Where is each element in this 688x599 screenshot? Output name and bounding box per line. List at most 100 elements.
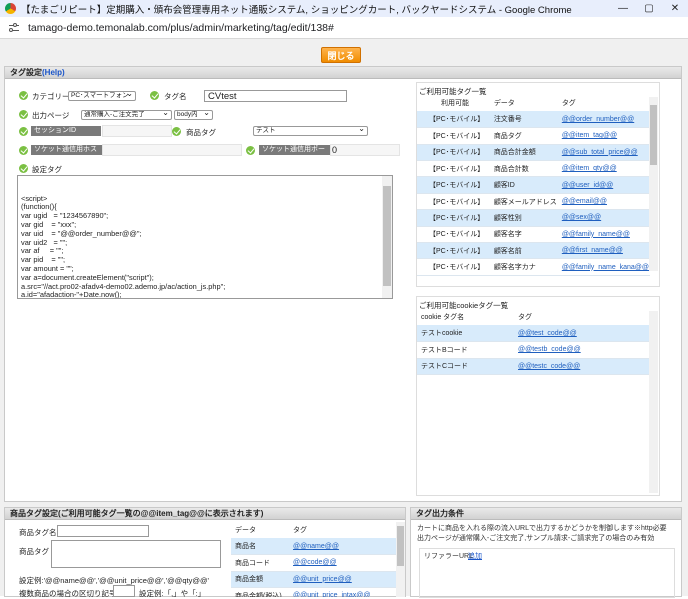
row-env: 【PC･モバイル】 (417, 176, 490, 194)
session-id-input[interactable] (102, 125, 172, 137)
cookie-tag-link[interactable]: @@testc_code@@ (518, 363, 580, 370)
table-row: テストcookie @@test_code@@ (417, 325, 650, 343)
setting-tag-label: 設定タグ (32, 165, 62, 174)
product-tags-table: データ タグ 商品名 @@name@@ 商品コード @@code@@ 商品金額 @@uni… (231, 522, 396, 597)
product-tags-scroll-thumb[interactable] (397, 526, 404, 566)
url-text[interactable]: tamago-demo.temonalab.com/plus/admin/mar… (28, 22, 334, 34)
textarea-scrollbar[interactable] (382, 176, 392, 298)
row-env: 【PC･モバイル】 (417, 111, 490, 129)
product-tag-link[interactable]: @@name@@ (293, 543, 339, 550)
tag-settings-title: タグ設定 (10, 68, 42, 77)
title-bar: 【たまごリピート】定期購入・頒布会管理専用ネット通販システム, ショッピングカー… (0, 0, 688, 17)
textarea-scroll-thumb[interactable] (383, 186, 391, 286)
setting-tag-textarea[interactable]: <script> (function(){var ugid = "12345678… (17, 175, 393, 299)
table-row: 【PC･モバイル】 商品合計数 @@item_qty@@ (417, 160, 650, 178)
cookie-name: テストcookie (417, 325, 514, 343)
product-tags-scrollbar[interactable] (396, 522, 405, 597)
available-tags-scroll-thumb[interactable] (650, 105, 657, 165)
product-tag-select[interactable]: テスト (253, 126, 368, 136)
socket-host-input[interactable] (102, 144, 242, 156)
available-tags-panel: ご利用可能タグ一覧 利用可能 データ タグ 【PC･モバイル】 注文番号 @@ord… (416, 82, 660, 287)
tag-link[interactable]: @@family_name_kana@@ (562, 264, 649, 271)
row-env: 【PC･モバイル】 (417, 242, 490, 260)
product-tag: @@name@@ (289, 538, 396, 556)
condition-line-2: 出力ページが通常購入-ご注文完了,サンプル請求-ご請求完了の場合のみ有効 (417, 535, 655, 542)
available-tags-scrollbar[interactable] (649, 97, 658, 271)
separator-input[interactable] (113, 585, 135, 597)
row-data: 商品合計数 (489, 160, 558, 178)
row-tag: @@first_name@@ (557, 242, 650, 260)
product-tag-link[interactable]: @@unit_price_intax@@ (293, 592, 370, 597)
col-cookie-tag: タグ (518, 314, 532, 322)
row-env: 【PC･モバイル】 (417, 226, 490, 244)
referrer-box: リファラーURL 追加 (419, 548, 675, 598)
row-env: 【PC･モバイル】 (417, 160, 490, 178)
category-select[interactable]: PC･スマートフォン (68, 91, 136, 101)
session-id-label: セッションID (31, 126, 101, 136)
close-button[interactable]: 閉じる (321, 47, 361, 63)
tag-link[interactable]: @@item_qty@@ (562, 165, 617, 172)
check-icon (172, 127, 181, 136)
cookie-tag-link[interactable]: @@test_code@@ (518, 330, 577, 337)
code-line: var pid = ""; (21, 255, 66, 265)
cookie-tag: @@testb_code@@ (514, 341, 650, 359)
separator-label: 複数商品の場合の区切り記号 (19, 589, 117, 598)
help-link[interactable]: (Help) (42, 68, 65, 77)
cookie-tags-scrollbar[interactable] (649, 311, 658, 493)
socket-port-input[interactable]: 0 (330, 144, 400, 156)
cookie-tag: @@test_code@@ (514, 325, 650, 343)
product-tag-link[interactable]: @@code@@ (293, 559, 337, 566)
output-page-label: 出力ページ (32, 111, 70, 120)
product-tag-link[interactable]: @@unit_price@@ (293, 576, 352, 583)
tag-link[interactable]: @@sub_total_price@@ (562, 149, 638, 156)
product-data: 商品コード (231, 554, 289, 572)
product-tag-settings-header: 商品タグ設定(ご利用可能タグ一覧の@@item_tag@@に表示されます) (5, 508, 405, 520)
tag-link[interactable]: @@user_id@@ (562, 182, 613, 189)
row-tag: @@user_id@@ (557, 176, 650, 194)
window-title: 【たまごリピート】定期購入・頒布会管理専用ネット通販システム, ショッピングカー… (21, 4, 572, 16)
code-line: var uid2 = ""; (21, 237, 68, 247)
row-data: 顧客名前 (489, 242, 558, 260)
product-tag-name-label: 商品タグ名 (19, 528, 57, 537)
row-env: 【PC･モバイル】 (417, 258, 490, 276)
row-tag: @@family_name_kana@@ (557, 258, 650, 276)
row-tag: @@family_name@@ (557, 226, 650, 244)
add-referrer-link[interactable]: 追加 (468, 551, 482, 561)
product-tag-name-input[interactable] (57, 525, 149, 537)
code-line: a.id="afadaction-"+Date.now(); (21, 290, 122, 299)
restore-button[interactable]: ▢ (636, 0, 662, 17)
tag-settings-header: タグ設定(Help) (5, 67, 681, 79)
tag-link[interactable]: @@first_name@@ (562, 247, 623, 254)
row-env: 【PC･モバイル】 (417, 144, 490, 162)
row-env: 【PC･モバイル】 (417, 127, 490, 145)
tag-link[interactable]: @@sex@@ (562, 214, 601, 221)
row-data: 顧客名字 (489, 226, 558, 244)
site-settings-icon[interactable] (8, 22, 20, 34)
row-data: 注文番号 (489, 111, 558, 129)
code-line: <script> (21, 193, 48, 203)
output-position-select[interactable]: body内 (174, 110, 213, 120)
output-conditions-panel: タグ出力条件 カートに商品を入れる際の流入URLで出力するかどうかを制御します※… (410, 507, 682, 598)
output-page-select[interactable]: 通常購入-ご注文完了 (81, 110, 172, 120)
tag-link[interactable]: @@family_name@@ (562, 231, 630, 238)
tag-link[interactable]: @@order_number@@ (562, 116, 634, 123)
cookie-name: テストCコード (417, 358, 514, 376)
output-conditions-description: カートに商品を入れる際の流入URLで出力するかどうかを制御します※http必要 … (417, 524, 667, 544)
table-row: 【PC･モバイル】 顧客ID @@user_id@@ (417, 176, 650, 194)
minimize-button[interactable]: — (610, 0, 636, 17)
tag-link[interactable]: @@email@@ (562, 198, 607, 205)
col-tag: タグ (561, 100, 576, 108)
code-line: var af = ""; (21, 246, 64, 256)
tag-settings-panel: タグ設定(Help) カテゴリー PC･スマートフォン タグ名 CVtest 出… (4, 66, 682, 502)
close-window-button[interactable]: ✕ (662, 0, 688, 17)
tag-link[interactable]: @@item_tag@@ (562, 132, 617, 139)
col-product-tag: タグ (293, 527, 307, 535)
product-tag-textarea[interactable] (51, 540, 221, 568)
cookie-tag: @@testc_code@@ (514, 358, 650, 376)
col-cookie-name: cookie タグ名 (421, 314, 465, 322)
check-icon (19, 110, 28, 119)
tag-name-input[interactable]: CVtest (204, 90, 347, 102)
table-row: 【PC･モバイル】 商品合計金額 @@sub_total_price@@ (417, 144, 650, 162)
cookie-tag-link[interactable]: @@testb_code@@ (518, 346, 581, 353)
product-tag: @@unit_price@@ (289, 571, 396, 589)
